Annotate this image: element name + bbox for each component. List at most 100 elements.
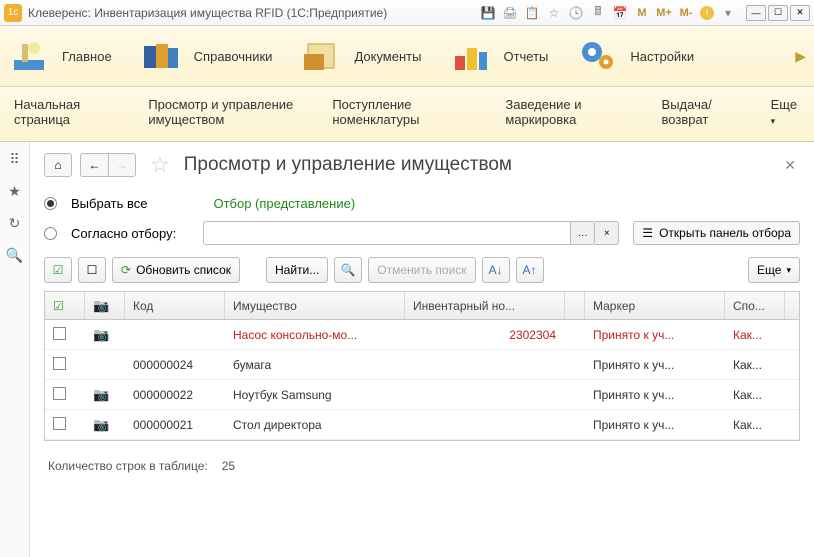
memory-m-icon[interactable]: M [634, 5, 650, 21]
calculator-icon[interactable]: 🖩 [590, 5, 606, 21]
ribbon-label: Настройки [630, 49, 694, 64]
window-titlebar: 1c Клеверенс: Инвентаризация имущества R… [0, 0, 814, 26]
row-checkbox[interactable] [53, 417, 66, 430]
minimize-button[interactable]: — [746, 5, 766, 21]
open-filter-label: Открыть панель отбора [659, 226, 791, 240]
favorite-icon[interactable]: ☆ [546, 5, 562, 21]
maximize-button[interactable]: ☐ [768, 5, 788, 21]
radio-by-filter-label: Согласно отбору: [71, 226, 189, 241]
info-icon[interactable]: i [700, 6, 714, 20]
left-sidebar: ⠿ ★ ↻ 🔍 [0, 142, 30, 557]
titlebar-toolbar: 💾 🖨 📋 ☆ 🕓 🖩 📅 M M+ M- i ▾ [480, 5, 736, 21]
filter-clear-button[interactable]: × [595, 221, 619, 245]
filter-more-button[interactable]: … [571, 221, 595, 245]
th-marker[interactable]: Маркер [585, 292, 725, 319]
toolbar-more-button[interactable]: Еще ▾ [748, 257, 800, 283]
save-icon[interactable]: 💾 [480, 5, 496, 21]
chevron-down-icon: ▾ [786, 265, 791, 276]
subnav-property-view[interactable]: Просмотр и управление имуществом [148, 97, 308, 127]
cancel-search-button[interactable]: Отменить поиск [368, 257, 475, 283]
th-code[interactable]: Код [125, 292, 225, 319]
camera-icon: 📷 [93, 327, 109, 342]
th-method[interactable]: Спо... [725, 292, 785, 319]
memory-mplus-icon[interactable]: M+ [656, 5, 672, 21]
footer-label: Количество строк в таблице: [48, 459, 208, 473]
check-all-button[interactable]: ☑ [44, 257, 72, 283]
open-filter-panel-button[interactable]: ☰ Открыть панель отбора [633, 221, 800, 245]
home-icon [8, 38, 50, 74]
dropdown-icon[interactable]: ▾ [720, 5, 736, 21]
row-checkbox[interactable] [53, 327, 66, 340]
ribbon-scroll-right[interactable]: ▶ [795, 48, 806, 65]
toolbar-more-label: Еще [757, 263, 781, 277]
subnav-nomenclature[interactable]: Поступление номенклатуры [332, 97, 481, 127]
camera-icon: 📷 [93, 387, 109, 402]
row-checkbox[interactable] [53, 387, 66, 400]
filter-row-1: Выбрать все Отбор (представление) [44, 196, 800, 211]
sidebar-favorites-icon[interactable]: ★ [6, 182, 24, 200]
filter-representation-link[interactable]: Отбор (представление) [213, 196, 355, 211]
find-icon-button[interactable]: 🔍 [334, 257, 362, 283]
refresh-label: Обновить список [136, 263, 231, 277]
table-row[interactable]: 📷000000022Ноутбук SamsungПринято к уч...… [45, 380, 799, 410]
page-header: ⌂ ← → ☆ Просмотр и управление имуществом… [44, 152, 800, 178]
th-name[interactable]: Имущество [225, 292, 405, 319]
radio-by-filter[interactable] [44, 227, 57, 240]
cell-method: Как... [725, 418, 785, 432]
page-close-button[interactable]: ✕ [780, 153, 800, 178]
subnav-issue-return[interactable]: Выдача/возврат [662, 97, 747, 127]
filter-row-2: Согласно отбору: … × ☰ Открыть панель от… [44, 221, 800, 245]
table-row[interactable]: 📷000000021Стол директораПринято к уч...К… [45, 410, 799, 440]
row-checkbox[interactable] [53, 357, 66, 370]
filter-panel-icon: ☰ [642, 226, 653, 240]
cell-code: 000000024 [125, 358, 225, 372]
cell-inventory: 2302304 [405, 328, 565, 342]
sidebar-history-icon[interactable]: ↻ [6, 214, 24, 232]
uncheck-icon: ☐ [87, 263, 98, 277]
cell-name: Стол директора [225, 418, 405, 432]
ribbon-settings[interactable]: Настройки [576, 38, 694, 74]
th-inventory[interactable]: Инвентарный но... [405, 292, 565, 319]
subnav: Начальная страница Просмотр и управление… [0, 87, 814, 142]
table-row[interactable]: 000000024бумагаПринято к уч...Как... [45, 350, 799, 380]
sidebar-sections-icon[interactable]: ⠿ [6, 150, 24, 168]
subnav-marking[interactable]: Заведение и маркировка [505, 97, 637, 127]
cell-method: Как... [725, 358, 785, 372]
sort-desc-button[interactable]: A↑ [516, 257, 544, 283]
sidebar-search-icon[interactable]: 🔍 [6, 246, 24, 264]
check-icon: ☑ [53, 263, 64, 277]
print-icon[interactable]: 🖨 [502, 5, 518, 21]
nav-forward-button[interactable]: → [108, 153, 136, 177]
nav-back-button[interactable]: ← [80, 153, 108, 177]
refresh-list-button[interactable]: ⟳ Обновить список [112, 257, 240, 283]
th-photo[interactable]: 📷 [85, 292, 125, 319]
copy-icon[interactable]: 📋 [524, 5, 540, 21]
uncheck-all-button[interactable]: ☐ [78, 257, 106, 283]
th-check[interactable]: ☑ [45, 292, 85, 319]
memory-mminus-icon[interactable]: M- [678, 5, 694, 21]
subnav-more[interactable]: Еще [771, 97, 800, 127]
radio-select-all-label: Выбрать все [71, 196, 147, 211]
check-header-icon: ☑ [53, 299, 64, 313]
history-icon[interactable]: 🕓 [568, 5, 584, 21]
ribbon-label: Справочники [194, 49, 273, 64]
ribbon-reports[interactable]: Отчеты [449, 38, 548, 74]
ribbon-catalogs[interactable]: Справочники [140, 38, 273, 74]
ribbon-label: Документы [354, 49, 421, 64]
sort-asc-button[interactable]: A↓ [482, 257, 510, 283]
subnav-start-page[interactable]: Начальная страница [14, 97, 124, 127]
calendar-icon[interactable]: 📅 [612, 5, 628, 21]
main-ribbon: Главное Справочники Документы Отчеты Нас… [0, 26, 814, 87]
favorite-star-icon[interactable]: ☆ [150, 152, 170, 178]
close-button[interactable]: ✕ [790, 5, 810, 21]
filter-text-input[interactable] [203, 221, 571, 245]
cell-code: 000000021 [125, 418, 225, 432]
find-button[interactable]: Найти... [266, 257, 328, 283]
ribbon-documents[interactable]: Документы [300, 38, 421, 74]
radio-select-all[interactable] [44, 197, 57, 210]
refresh-icon: ⟳ [121, 263, 131, 277]
table-header: ☑ 📷 Код Имущество Инвентарный но... Марк… [45, 292, 799, 320]
table-row[interactable]: 📷Насос консольно-мо...2302304Принято к у… [45, 320, 799, 350]
ribbon-home[interactable]: Главное [8, 38, 112, 74]
nav-home-button[interactable]: ⌂ [44, 153, 72, 177]
